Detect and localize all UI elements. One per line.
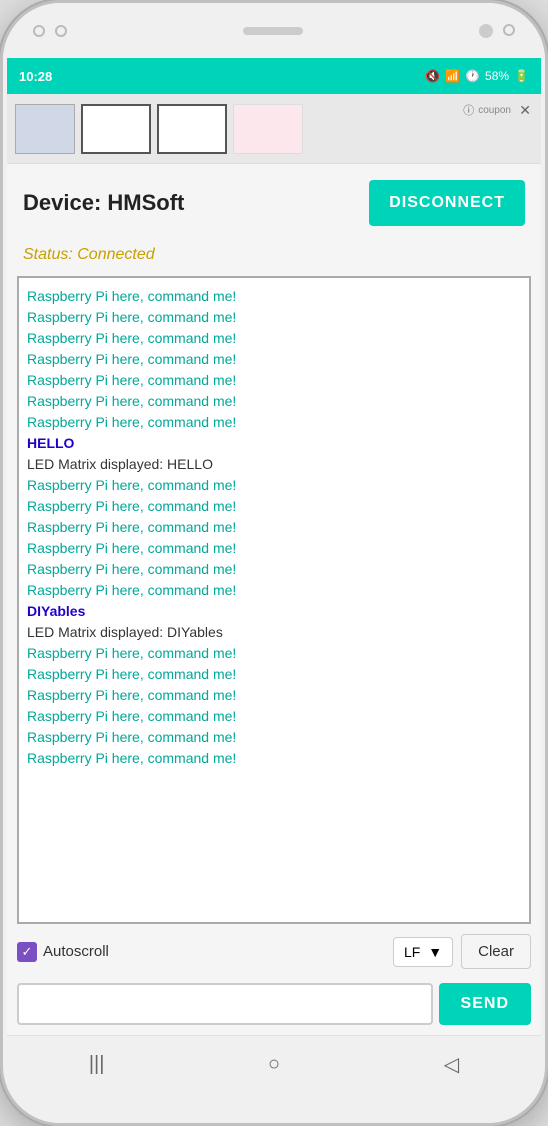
ad-info-icon: ⓘ	[463, 102, 474, 118]
lf-label: LF	[404, 944, 420, 960]
phone-dots-right	[479, 24, 515, 38]
console-line: LED Matrix displayed: DIYables	[27, 622, 521, 643]
phone-dot-2	[55, 25, 67, 37]
autoscroll-label: Autoscroll	[43, 943, 109, 960]
console-line: HELLO	[27, 433, 521, 454]
console-line: Raspberry Pi here, command me!	[27, 370, 521, 391]
console-line: Raspberry Pi here, command me!	[27, 727, 521, 748]
phone-dots-left	[33, 25, 67, 37]
phone-dot-3	[503, 24, 515, 36]
autoscroll-check[interactable]: ✓ Autoscroll	[17, 942, 109, 962]
console-line: Raspberry Pi here, command me!	[27, 580, 521, 601]
autoscroll-checkbox[interactable]: ✓	[17, 942, 37, 962]
device-label: Device: HMSoft	[23, 190, 184, 216]
console-line: Raspberry Pi here, command me!	[27, 643, 521, 664]
console-line: Raspberry Pi here, command me!	[27, 475, 521, 496]
phone-bottom	[3, 1093, 545, 1123]
console-line: Raspberry Pi here, command me!	[27, 496, 521, 517]
phone-speaker	[243, 27, 303, 35]
device-header: Device: HMSoft DISCONNECT	[7, 164, 541, 242]
status-time: 10:28	[19, 69, 52, 84]
console-line: Raspberry Pi here, command me!	[27, 286, 521, 307]
console-line: Raspberry Pi here, command me!	[27, 706, 521, 727]
ad-image-2	[157, 104, 227, 154]
lf-dropdown-icon: ▼	[428, 944, 442, 960]
back-nav-icon[interactable]: ◁	[444, 1052, 459, 1077]
mute-icon: 🔇	[425, 69, 440, 83]
console-line: Raspberry Pi here, command me!	[27, 685, 521, 706]
battery-full-icon: 🔋	[514, 69, 529, 83]
send-area: SEND	[7, 977, 541, 1035]
ad-image-3	[233, 104, 303, 154]
console-line: Raspberry Pi here, command me!	[27, 748, 521, 769]
clear-button[interactable]: Clear	[461, 934, 531, 969]
clock-icon: 🕐	[465, 69, 480, 83]
console-line: Raspberry Pi here, command me!	[27, 307, 521, 328]
ad-info: ⓘ coupon	[463, 102, 511, 118]
ad-thumbnail	[15, 104, 75, 154]
console-line: Raspberry Pi here, command me!	[27, 559, 521, 580]
battery-icon: 58%	[485, 69, 509, 83]
phone-camera	[479, 24, 493, 38]
ad-banner: ⓘ coupon ✕	[7, 94, 541, 164]
phone-frame: 10:28 🔇 📶 🕐 58% 🔋 ⓘ coupon ✕	[0, 0, 548, 1126]
phone-top-bar	[3, 3, 545, 58]
console-area[interactable]: Raspberry Pi here, command me!Raspberry …	[17, 276, 531, 924]
console-line: Raspberry Pi here, command me!	[27, 328, 521, 349]
phone-dot-1	[33, 25, 45, 37]
ad-image-1	[81, 104, 151, 154]
screen: 10:28 🔇 📶 🕐 58% 🔋 ⓘ coupon ✕	[7, 58, 541, 1093]
console-line: Raspberry Pi here, command me!	[27, 412, 521, 433]
console-line: DIYables	[27, 601, 521, 622]
coupon-text: coupon	[478, 105, 511, 116]
console-line: LED Matrix displayed: HELLO	[27, 454, 521, 475]
console-line: Raspberry Pi here, command me!	[27, 349, 521, 370]
home-nav-icon[interactable]: ○	[268, 1053, 280, 1076]
wifi-icon: 📶	[445, 69, 460, 83]
bottom-controls: ✓ Autoscroll LF ▼ Clear	[7, 924, 541, 977]
disconnect-button[interactable]: DISCONNECT	[369, 180, 525, 226]
console-line: Raspberry Pi here, command me!	[27, 517, 521, 538]
status-connected: Status: Connected	[7, 242, 541, 276]
status-icons: 🔇 📶 🕐 58% 🔋	[425, 69, 529, 83]
lf-select[interactable]: LF ▼	[393, 937, 453, 967]
menu-nav-icon[interactable]: |||	[89, 1053, 105, 1076]
app-content: Device: HMSoft DISCONNECT Status: Connec…	[7, 164, 541, 1035]
console-line: Raspberry Pi here, command me!	[27, 538, 521, 559]
send-button[interactable]: SEND	[439, 983, 531, 1025]
phone-bottom-nav: ||| ○ ◁	[7, 1035, 541, 1093]
send-input[interactable]	[17, 983, 433, 1025]
ad-close-button[interactable]: ✕	[519, 102, 531, 119]
console-line: Raspberry Pi here, command me!	[27, 664, 521, 685]
status-bar: 10:28 🔇 📶 🕐 58% 🔋	[7, 58, 541, 94]
console-line: Raspberry Pi here, command me!	[27, 391, 521, 412]
